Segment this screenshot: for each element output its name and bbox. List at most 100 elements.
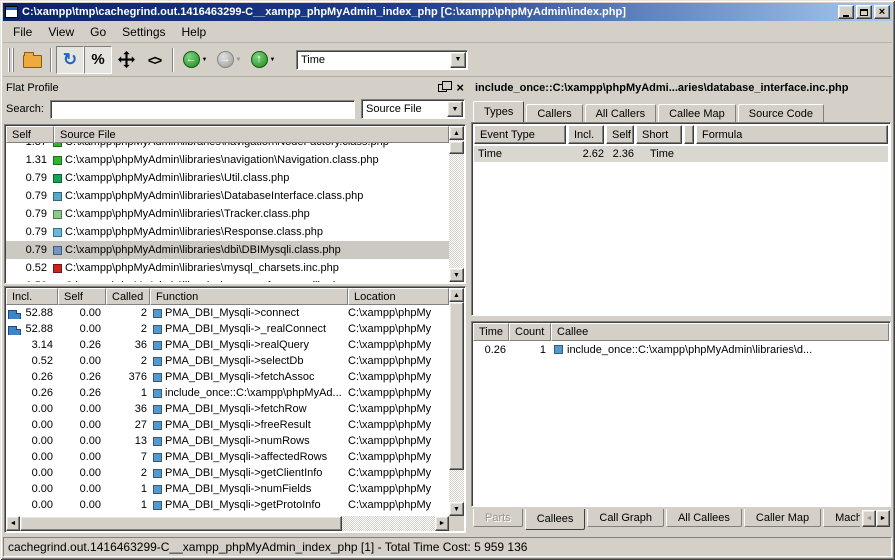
column-header-location[interactable]: Location bbox=[348, 288, 449, 305]
function-row[interactable]: 0.52 0.00 2 PMA_DBI_Mysqli->selectDb C:\… bbox=[6, 353, 449, 369]
relative-cost-button[interactable] bbox=[140, 46, 168, 74]
function-row[interactable]: 0.26 0.26 1 include_once::C:\xampp\phpMy… bbox=[6, 385, 449, 401]
dock-float-icon[interactable] bbox=[438, 84, 447, 92]
detail-tab[interactable]: Callee Map bbox=[658, 104, 736, 122]
detail-tab[interactable]: Callers bbox=[526, 104, 582, 122]
function-cell: PMA_DBI_Mysqli->selectDb bbox=[150, 355, 348, 367]
source-file-row[interactable]: 0.52 C:\xampp\phpMyAdmin\libraries\mysql… bbox=[6, 259, 449, 277]
search-input[interactable] bbox=[50, 100, 355, 119]
cycle-detection-button[interactable] bbox=[56, 46, 84, 74]
scrollbar-track[interactable] bbox=[449, 140, 464, 268]
combo-dropdown-button[interactable]: ▼ bbox=[450, 52, 466, 68]
function-row[interactable]: 0.00 0.00 2 PMA_DBI_Mysqli->getClientInf… bbox=[6, 465, 449, 481]
column-header-time[interactable]: Time bbox=[473, 323, 509, 341]
source-file-row[interactable]: 0.79 C:\xampp\phpMyAdmin\libraries\Datab… bbox=[6, 187, 449, 205]
detail-tab[interactable]: Source Code bbox=[738, 104, 824, 122]
function-row[interactable]: 0.26 0.26 376 PMA_DBI_Mysqli->fetchAssoc… bbox=[6, 369, 449, 385]
function-icon bbox=[153, 501, 162, 510]
source-file-row[interactable]: 0.79 C:\xampp\phpMyAdmin\libraries\dbi\D… bbox=[6, 241, 449, 259]
close-button[interactable]: × bbox=[874, 5, 890, 19]
bottom-tab[interactable]: Caller Map bbox=[744, 509, 821, 527]
bottom-tab[interactable]: Callees bbox=[525, 509, 586, 530]
minimize-button[interactable] bbox=[838, 5, 854, 19]
up-button[interactable]: ↑▼ bbox=[246, 46, 280, 74]
back-button[interactable]: ←▼ bbox=[178, 46, 212, 74]
column-header-function[interactable]: Function bbox=[150, 288, 348, 305]
column-header-self[interactable]: Self bbox=[58, 288, 106, 305]
column-header-count[interactable]: Count bbox=[509, 323, 551, 341]
callee-row[interactable]: 0.26 1 include_once::C:\xampp\phpMyAdmin… bbox=[473, 341, 889, 358]
column-header-source-file[interactable]: Source File bbox=[54, 126, 449, 143]
scrollbar-track[interactable] bbox=[449, 302, 464, 502]
scroll-down-button[interactable]: ▼ bbox=[449, 268, 464, 282]
tab-scroll-buttons: ◄ ► bbox=[862, 510, 890, 527]
source-file-row[interactable]: 0.52 C:\xampp\phpMyAdmin\libraries\user_… bbox=[6, 277, 449, 282]
function-row[interactable]: 52.88 0.00 2 PMA_DBI_Mysqli->_realConnec… bbox=[6, 321, 449, 337]
tab-scroll-left-button[interactable]: ◄ bbox=[862, 510, 876, 527]
scroll-up-button[interactable]: ▲ bbox=[449, 126, 464, 140]
up-dropdown-icon[interactable]: ▼ bbox=[270, 57, 276, 63]
tab-scroll-right-button[interactable]: ► bbox=[876, 510, 890, 527]
event-type-row[interactable]: Time 2.62 2.36 Time bbox=[474, 146, 888, 162]
cost-type-icon bbox=[53, 246, 62, 255]
source-file-row[interactable]: 0.79 C:\xampp\phpMyAdmin\libraries\Util.… bbox=[6, 169, 449, 187]
function-row[interactable]: 3.14 0.26 36 PMA_DBI_Mysqli->realQuery C… bbox=[6, 337, 449, 353]
forward-button[interactable]: →▼ bbox=[212, 46, 246, 74]
source-file-row[interactable]: 0.79 C:\xampp\phpMyAdmin\libraries\Respo… bbox=[6, 223, 449, 241]
scrollbar-thumb[interactable] bbox=[449, 302, 464, 470]
title-bar[interactable]: C:\xampp\tmp\cachegrind.out.1416463299-C… bbox=[3, 3, 892, 21]
scrollbar-thumb[interactable] bbox=[20, 516, 342, 531]
bottom-tab[interactable]: Call Graph bbox=[587, 509, 664, 527]
scroll-down-button[interactable]: ▼ bbox=[449, 502, 464, 516]
column-header-short[interactable]: Short bbox=[636, 125, 682, 144]
detail-tab[interactable]: All Callers bbox=[585, 104, 657, 122]
column-header-called[interactable]: Called bbox=[106, 288, 150, 305]
dock-close-icon[interactable]: × bbox=[456, 83, 464, 93]
bottom-tab[interactable]: Machine Code bbox=[823, 509, 860, 527]
menu-item[interactable]: Go bbox=[82, 22, 114, 42]
menu-item[interactable]: View bbox=[40, 22, 82, 42]
column-header-incl[interactable]: Incl. bbox=[6, 288, 58, 305]
menu-item[interactable]: Settings bbox=[114, 22, 173, 42]
column-header-formula[interactable]: Formula bbox=[696, 125, 888, 144]
scroll-left-button[interactable]: ◄ bbox=[6, 516, 20, 531]
scrollbar-track[interactable] bbox=[20, 516, 435, 531]
function-row[interactable]: 0.00 0.00 7 PMA_DBI_Mysqli->affectedRows… bbox=[6, 449, 449, 465]
function-row[interactable]: 0.00 0.00 13 PMA_DBI_Mysqli->numRows C:\… bbox=[6, 433, 449, 449]
back-dropdown-icon[interactable]: ▼ bbox=[202, 57, 208, 63]
menu-item[interactable]: File bbox=[5, 22, 40, 42]
column-header-self[interactable]: Self bbox=[6, 126, 54, 143]
event-type-select[interactable]: Time ▼ bbox=[296, 50, 468, 70]
source-file-row[interactable]: 1.37 C:\xampp\phpMyAdmin\libraries\navig… bbox=[6, 143, 449, 151]
scroll-up-button[interactable]: ▲ bbox=[449, 288, 464, 302]
function-row[interactable]: 0.00 0.00 27 PMA_DBI_Mysqli->freeResult … bbox=[6, 417, 449, 433]
function-list-vscrollbar[interactable]: ▲ ▼ bbox=[449, 288, 464, 516]
source-list-scrollbar[interactable]: ▲ ▼ bbox=[449, 126, 464, 282]
column-header-self[interactable]: Self bbox=[606, 125, 634, 144]
expand-cost-button[interactable] bbox=[112, 46, 140, 74]
detail-tab[interactable]: Types bbox=[473, 101, 524, 122]
function-list-hscrollbar[interactable]: ◄ ► bbox=[6, 516, 449, 531]
scrollbar-thumb[interactable] bbox=[449, 141, 464, 154]
group-by-select[interactable]: Source File ▼ bbox=[361, 99, 465, 119]
percent-relative-button[interactable] bbox=[84, 46, 112, 74]
maximize-button[interactable] bbox=[856, 5, 872, 19]
column-header-event-type[interactable]: Event Type bbox=[474, 125, 566, 144]
column-header-callee[interactable]: Callee bbox=[551, 323, 889, 341]
function-row[interactable]: 0.00 0.00 1 PMA_DBI_Mysqli->numFields C:… bbox=[6, 481, 449, 497]
source-file-row[interactable]: 1.31 C:\xampp\phpMyAdmin\libraries\navig… bbox=[6, 151, 449, 169]
function-row[interactable]: 0.00 0.00 36 PMA_DBI_Mysqli->fetchRow C:… bbox=[6, 401, 449, 417]
toolbar-handle[interactable] bbox=[8, 48, 15, 72]
function-row[interactable]: 0.00 0.00 1 PMA_DBI_Mysqli->getProtoInfo… bbox=[6, 497, 449, 513]
menu-item[interactable]: Help bbox=[174, 22, 215, 42]
self-cost-value: 0.26 bbox=[58, 387, 106, 399]
function-row[interactable]: 52.88 0.00 2 PMA_DBI_Mysqli->connect C:\… bbox=[6, 305, 449, 321]
bottom-tab[interactable]: All Callees bbox=[666, 509, 742, 527]
scroll-right-button[interactable]: ► bbox=[435, 516, 449, 531]
combo-dropdown-button[interactable]: ▼ bbox=[447, 101, 463, 117]
open-file-button[interactable] bbox=[18, 46, 46, 74]
column-header-incl[interactable]: Incl. bbox=[568, 125, 604, 144]
source-file-row[interactable]: 0.79 C:\xampp\phpMyAdmin\libraries\Track… bbox=[6, 205, 449, 223]
bottom-tab[interactable]: Parts bbox=[473, 509, 523, 527]
incl-cell: 0.00 bbox=[6, 403, 58, 415]
